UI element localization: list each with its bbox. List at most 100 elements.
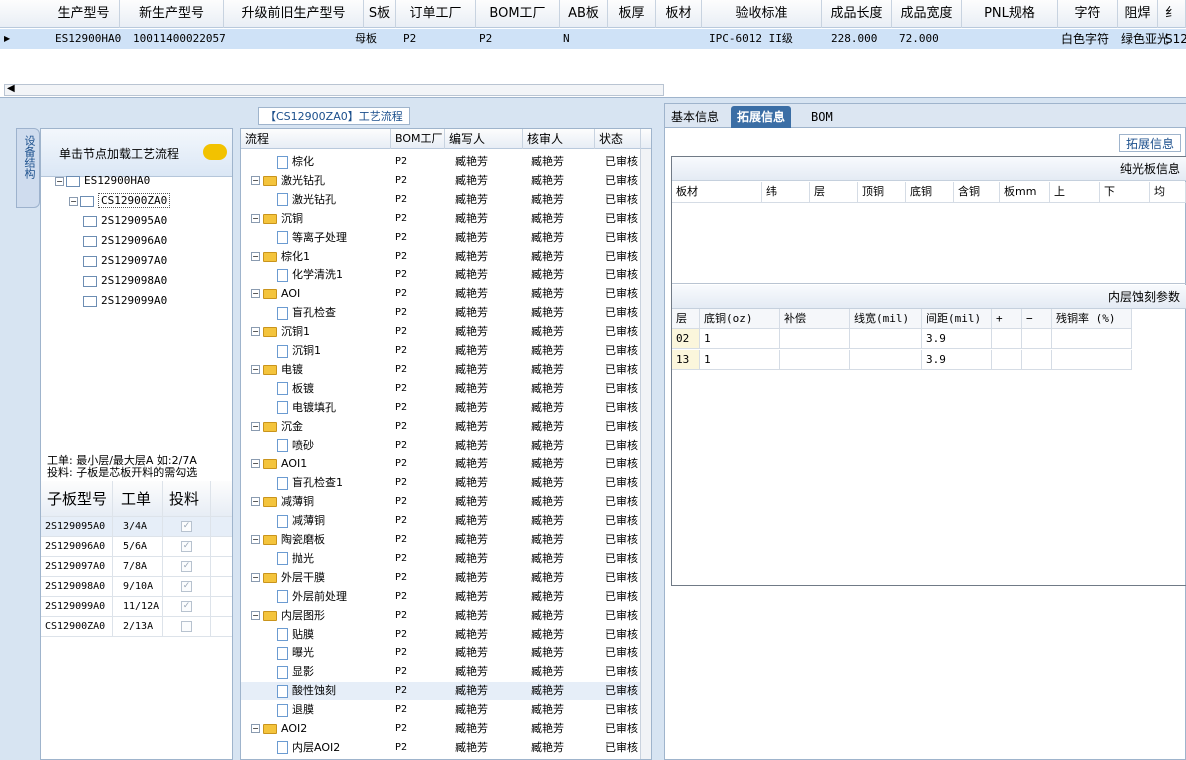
process-row[interactable]: 激光钻孔 P2 臧艳芳 臧艳芳 已审核 [241, 191, 641, 209]
process-row[interactable]: 退膜 P2 臧艳芳 臧艳芳 已审核 [241, 701, 641, 719]
tree-node[interactable]: − CS12900ZA0 [69, 193, 171, 209]
col-9[interactable]: 板材 [656, 0, 702, 28]
sub-board-row[interactable]: 2S129097A0 7/8A ✓ [41, 557, 232, 577]
process-row[interactable]: 棕化 P2 臧艳芳 臧艳芳 已审核 [241, 153, 641, 171]
process-row[interactable]: 等离子处理 P2 臧艳芳 臧艳芳 已审核 [241, 229, 641, 247]
col-3[interactable]: 升级前旧生产型号 [224, 0, 364, 28]
col-13[interactable]: PNL规格 [962, 0, 1058, 28]
collapse-toggle-icon[interactable]: − [251, 459, 260, 469]
process-grid-header: 流程 BOM工厂 编写人 核审人 状态 [241, 129, 651, 149]
process-row[interactable]: 电镀 − P2 臧艳芳 臧艳芳 已审核 [241, 361, 641, 379]
vertical-tab[interactable]: 设备结构 [16, 128, 40, 208]
process-row[interactable]: 化学清洗1 P2 臧艳芳 臧艳芳 已审核 [241, 266, 641, 284]
sub-board-row[interactable]: 2S129095A0 3/4A ✓ [41, 517, 232, 537]
sub-board-row[interactable]: 2S129098A0 9/10A ✓ [41, 577, 232, 597]
tree-node[interactable]: 2S129099A0 [83, 293, 167, 309]
scroll-left-icon[interactable]: ◀ [7, 83, 15, 94]
collapse-toggle-icon[interactable]: − [251, 213, 260, 223]
collapse-toggle-icon[interactable]: − [251, 251, 260, 261]
col-1[interactable]: 生产型号 [48, 0, 120, 28]
process-row[interactable]: AOI − P2 臧艳芳 臧艳芳 已审核 [241, 285, 641, 303]
col-6[interactable]: BOM工厂 [476, 0, 560, 28]
writer-cell: 臧艳芳 [455, 533, 488, 546]
col-12[interactable]: 成品宽度 [892, 0, 962, 28]
feed-checkbox[interactable]: ✓ [181, 600, 192, 612]
tree-node[interactable]: 2S129098A0 [83, 273, 167, 289]
col-14[interactable]: 字符 [1058, 0, 1118, 28]
process-row[interactable]: 板镀 P2 臧艳芳 臧艳芳 已审核 [241, 380, 641, 398]
col-11[interactable]: 成品长度 [822, 0, 892, 28]
process-row[interactable]: 陶瓷磨板 − P2 臧艳芳 臧艳芳 已审核 [241, 531, 641, 549]
col-10[interactable]: 验收标准 [702, 0, 822, 28]
tab-extended-info[interactable]: 拓展信息 [731, 106, 792, 128]
process-row[interactable]: 棕化1 − P2 臧艳芳 臧艳芳 已审核 [241, 248, 641, 266]
process-row[interactable]: 外层前处理 P2 臧艳芳 臧艳芳 已审核 [241, 588, 641, 606]
collapse-toggle-icon[interactable]: − [251, 175, 260, 185]
expand-toggle-icon[interactable]: − [55, 176, 64, 186]
collapse-toggle-icon[interactable]: − [251, 724, 260, 733]
sub-board-row[interactable]: CS12900ZA0 2/13A [41, 617, 232, 637]
tree-node[interactable]: 2S129096A0 [83, 233, 167, 249]
process-row[interactable]: 酸性蚀刻 P2 臧艳芳 臧艳芳 已审核 [241, 682, 641, 701]
collapse-toggle-icon[interactable]: − [251, 421, 260, 431]
collapse-toggle-icon[interactable]: − [251, 497, 260, 507]
expand-toggle-icon[interactable]: − [69, 196, 78, 206]
process-row[interactable]: AOI1 − P2 臧艳芳 臧艳芳 已审核 [241, 455, 641, 473]
collapse-toggle-icon[interactable]: − [251, 610, 260, 620]
node-icon [80, 195, 94, 207]
vertical-scrollbar[interactable] [640, 149, 651, 759]
col-5[interactable]: 订单工厂 [396, 0, 476, 28]
reviewer-cell: 臧艳芳 [531, 362, 564, 376]
process-row[interactable]: 贴膜 P2 臧艳芳 臧艳芳 已审核 [241, 626, 641, 644]
feed-checkbox[interactable]: ✓ [181, 540, 192, 552]
process-row[interactable]: AOI2 − P2 臧艳芳 臧艳芳 已审核 [241, 720, 641, 738]
status-cell: 已审核 [605, 344, 638, 357]
process-row[interactable]: 沉铜1 − P2 臧艳芳 臧艳芳 已审核 [241, 323, 641, 341]
process-row[interactable]: 曝光 P2 臧艳芳 臧艳芳 已审核 [241, 644, 641, 662]
process-row[interactable]: 电镀填孔 P2 臧艳芳 臧艳芳 已审核 [241, 399, 641, 417]
collapse-toggle-icon[interactable]: − [251, 535, 260, 544]
process-row[interactable]: 外层干膜 − P2 臧艳芳 臧艳芳 已审核 [241, 569, 641, 587]
tab-basic-info[interactable]: 基本信息 [665, 106, 725, 128]
collapse-toggle-icon[interactable]: − [251, 289, 260, 299]
process-row[interactable]: 沉铜 − P2 臧艳芳 臧艳芳 已审核 [241, 210, 641, 228]
reviewer-cell: 臧艳芳 [531, 306, 564, 320]
tree-node[interactable]: 2S129097A0 [83, 253, 167, 269]
process-row[interactable]: 盲孔检查1 P2 臧艳芳 臧艳芳 已审核 [241, 474, 641, 492]
feed-checkbox[interactable]: ✓ [181, 560, 192, 572]
etch-row[interactable]: 13 1 3.9 [672, 350, 1132, 371]
col-16[interactable]: 纟 [1158, 0, 1186, 28]
col-15[interactable]: 阻焊 [1118, 0, 1158, 28]
process-row[interactable]: 沉金 − P2 臧艳芳 臧艳芳 已审核 [241, 418, 641, 436]
process-row[interactable]: 内层图形 − P2 臧艳芳 臧艳芳 已审核 [241, 607, 641, 625]
etch-row[interactable]: 02 1 3.9 [672, 329, 1132, 350]
collapse-toggle-icon[interactable]: − [251, 364, 260, 374]
feed-checkbox[interactable]: ✓ [181, 580, 192, 592]
sub-board-row[interactable]: 2S129096A0 5/6A ✓ [41, 537, 232, 557]
tree-node[interactable]: 2S129095A0 [83, 213, 167, 229]
process-row[interactable]: 减薄铜 − P2 臧艳芳 臧艳芳 已审核 [241, 493, 641, 511]
reviewer-cell: 臧艳芳 [531, 381, 564, 395]
horizontal-scrollbar[interactable]: ◀ [4, 83, 664, 96]
col-7[interactable]: AB板 [560, 0, 608, 28]
process-row[interactable]: 显影 P2 臧艳芳 臧艳芳 已审核 [241, 663, 641, 681]
col-4[interactable]: S板 [364, 0, 396, 28]
col-8[interactable]: 板厚 [608, 0, 656, 28]
process-row[interactable]: 抛光 P2 臧艳芳 臧艳芳 已审核 [241, 550, 641, 568]
process-row[interactable]: 内层AOI2 P2 臧艳芳 臧艳芳 已审核 [241, 739, 641, 757]
tab-bom[interactable]: BOM [805, 106, 839, 128]
feed-checkbox[interactable]: ✓ [181, 520, 192, 532]
sub-board-row[interactable]: 2S129099A0 11/12A ✓ [41, 597, 232, 617]
col-2[interactable]: 新生产型号 [120, 0, 224, 28]
bom-factory-cell: P2 [395, 685, 408, 697]
process-row[interactable]: 喷砂 P2 臧艳芳 臧艳芳 已审核 [241, 437, 641, 455]
process-row[interactable]: 盲孔检查 P2 臧艳芳 臧艳芳 已审核 [241, 304, 641, 322]
process-row[interactable]: 减薄铜 P2 臧艳芳 臧艳芳 已审核 [241, 512, 641, 530]
collapse-toggle-icon[interactable]: − [251, 327, 260, 337]
feed-checkbox[interactable] [181, 620, 192, 632]
process-row[interactable]: 激光钻孔 − P2 臧艳芳 臧艳芳 已审核 [241, 172, 641, 190]
order-grid-row-selected[interactable]: ▶ ES12900HA0 10011400022057 母板 P2 P2 N IPC-601… [0, 29, 1186, 49]
process-row[interactable]: 沉铜1 P2 臧艳芳 臧艳芳 已审核 [241, 342, 641, 360]
collapse-toggle-icon[interactable]: − [251, 572, 260, 582]
tree-node[interactable]: − ES12900HA0 [55, 173, 150, 189]
